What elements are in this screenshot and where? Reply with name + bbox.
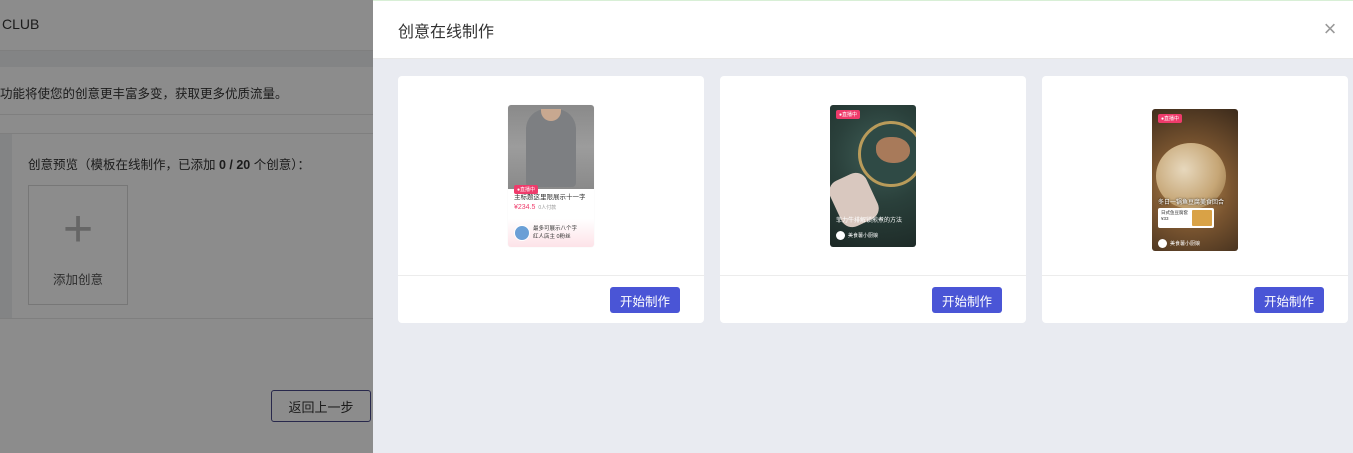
product-price-row: ¥234.5 0人付款 [508, 201, 594, 211]
creative-online-drawer: 创意在线制作 × ●直播中 主标题这里限展示十一字 ¥234.5 0人付款 最多… [373, 0, 1353, 453]
anchor-line1: 最多可展示八个字 [533, 226, 578, 232]
anchor-line2: 红人店主 0粉丝 [533, 234, 571, 240]
thumbnail-user: 美食薯小厨娘 [836, 231, 878, 240]
modal-mask[interactable] [0, 0, 373, 453]
thumbnail-user: 美食薯小厨娘 [1158, 239, 1200, 248]
product-photo: ●直播中 [508, 105, 594, 194]
steak-template-thumbnail: ●直播中 菲力牛排解锁煎煮的方法 美食薯小厨娘 [830, 105, 916, 247]
product-image [1192, 210, 1212, 226]
drawer-title: 创意在线制作 [398, 23, 495, 41]
close-icon[interactable]: × [1319, 18, 1341, 40]
thumbnail-title: 冬日一锅鱼豆腐美食回合 [1158, 200, 1225, 206]
live-badge: ●直播中 [836, 110, 861, 119]
template-card: ●直播中 冬日一锅鱼豆腐美食回合 日式鱼豆腐套 ¥33 美食薯小厨娘 开始制作 [1042, 76, 1348, 323]
avatar [514, 225, 530, 241]
card-footer: 开始制作 [398, 276, 704, 323]
template-preview: ●直播中 菲力牛排解锁煎煮的方法 美食薯小厨娘 [720, 76, 1026, 276]
product-sold: 0人付款 [538, 205, 557, 211]
template-card: ●直播中 菲力牛排解锁煎煮的方法 美食薯小厨娘 开始制作 [720, 76, 1026, 323]
avatar [836, 231, 845, 240]
start-making-button[interactable]: 开始制作 [932, 287, 1002, 313]
product-card: 日式鱼豆腐套 ¥33 [1158, 208, 1214, 228]
live-badge: ●直播中 [514, 185, 539, 194]
avatar [1158, 239, 1167, 248]
steak-image [876, 137, 910, 163]
product-price: ¥234.5 [514, 204, 536, 211]
user-name: 美食薯小厨娘 [848, 233, 879, 239]
template-preview: ●直播中 冬日一锅鱼豆腐美食回合 日式鱼豆腐套 ¥33 美食薯小厨娘 [1042, 76, 1348, 276]
start-making-button[interactable]: 开始制作 [610, 287, 680, 313]
user-name: 美食薯小厨娘 [1170, 241, 1201, 247]
thumbnail-title: 菲力牛排解锁煎煮的方法 [836, 218, 903, 224]
anchor-text: 最多可展示八个字 红人店主 0粉丝 [533, 225, 577, 241]
drawer-header: 创意在线制作 × [373, 1, 1353, 59]
anchor-bar: 最多可展示八个字 红人店主 0粉丝 [508, 219, 594, 247]
card-footer: 开始制作 [1042, 276, 1348, 323]
product-template-thumbnail: ●直播中 主标题这里限展示十一字 ¥234.5 0人付款 最多可展示八个字 红人店… [508, 105, 594, 247]
live-badge: ●直播中 [1158, 114, 1183, 123]
template-card: ●直播中 主标题这里限展示十一字 ¥234.5 0人付款 最多可展示八个字 红人店… [398, 76, 704, 323]
start-making-button[interactable]: 开始制作 [1254, 287, 1324, 313]
template-preview: ●直播中 主标题这里限展示十一字 ¥234.5 0人付款 最多可展示八个字 红人店… [398, 76, 704, 276]
hotpot-template-thumbnail: ●直播中 冬日一锅鱼豆腐美食回合 日式鱼豆腐套 ¥33 美食薯小厨娘 [1152, 109, 1238, 251]
card-footer: 开始制作 [720, 276, 1026, 323]
template-card-list: ●直播中 主标题这里限展示十一字 ¥234.5 0人付款 最多可展示八个字 红人店… [398, 76, 1348, 323]
